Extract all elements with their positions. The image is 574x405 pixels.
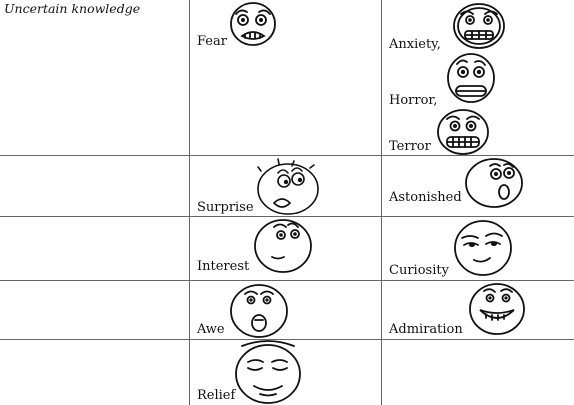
awe-face-icon [227, 282, 291, 340]
emotion-label-surprise: Surprise [197, 200, 254, 215]
variant-label-horror: Horror, [389, 93, 438, 108]
variant-label-terror: Terror [389, 139, 431, 154]
emotion-label-relief: Relief [197, 388, 236, 403]
column-divider [189, 0, 190, 405]
variant-label-astonished: Astonished [389, 190, 462, 205]
interest-face-icon [252, 217, 314, 275]
emotion-label-awe: Awe [197, 322, 225, 337]
emotion-label-interest: Interest [197, 259, 250, 274]
fear-face-icon [226, 0, 280, 50]
horror-face-icon [443, 50, 499, 106]
emotion-label-fear: Fear [197, 34, 227, 49]
variant-label-anxiety: Anxiety, [389, 37, 441, 52]
emotion-table: Uncertain knowledge Fear Anxiety, Horror… [0, 0, 574, 405]
astonished-face-icon [462, 156, 526, 210]
anxiety-face-icon [449, 1, 509, 51]
variant-label-admiration: Admiration [389, 322, 463, 337]
curiosity-face-icon [452, 218, 514, 278]
admiration-face-icon [466, 280, 528, 338]
category-label: Uncertain knowledge [4, 1, 141, 16]
surprise-face-icon [252, 157, 326, 217]
variant-label-curiosity: Curiosity [389, 263, 449, 278]
column-divider [381, 0, 382, 405]
relief-face-icon [232, 340, 304, 405]
terror-face-icon [434, 108, 492, 156]
